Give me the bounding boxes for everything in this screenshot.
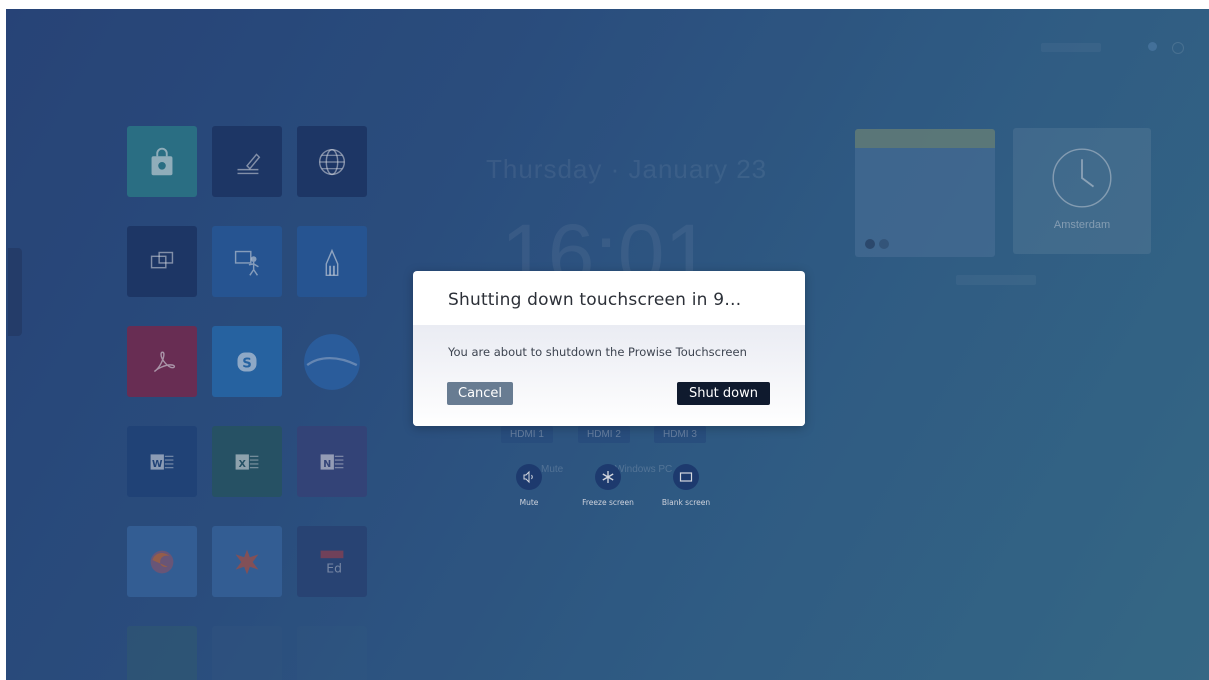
notes-widget[interactable]: [855, 129, 995, 257]
pencil-cup-icon: [325, 248, 339, 276]
status-bar-block: [1041, 43, 1101, 52]
app-tile-firefox[interactable]: [127, 526, 197, 597]
excel-icon: X: [235, 453, 259, 469]
onenote-icon: N: [320, 453, 344, 469]
globe-icon: [318, 148, 346, 175]
blank-screen-label: Blank screen: [661, 498, 711, 507]
snowflake-icon: [602, 471, 614, 483]
app-tile-row6-c[interactable]: [297, 626, 367, 680]
side-panel-tab[interactable]: [8, 248, 22, 336]
blank-screen-button[interactable]: [673, 464, 699, 490]
acrobat-icon: [153, 351, 176, 372]
freeze-screen-button[interactable]: [595, 464, 621, 490]
app-tile-pencil-app[interactable]: [297, 226, 367, 297]
svg-text:W: W: [152, 458, 163, 469]
notes-add-icon[interactable]: [865, 239, 875, 249]
app-tile-presenter[interactable]: [212, 226, 282, 297]
dialog-title: Shutting down touchscreen in 9…: [448, 290, 742, 310]
screens-icon: [150, 251, 174, 268]
clock-city-label: Amsterdam: [1053, 219, 1111, 231]
speaker-icon: [523, 470, 533, 484]
firefox-icon: [150, 550, 174, 573]
earth-icon: [304, 333, 360, 390]
shutdown-dialog: Shutting down touchscreen in 9… You are …: [413, 271, 805, 426]
monitor-icon: [679, 472, 693, 482]
app-tile-word[interactable]: W: [127, 426, 197, 497]
app-tile-acrobat[interactable]: [127, 326, 197, 397]
app-tile-ted-ed[interactable]: Ed: [297, 526, 367, 597]
source-hdmi-3[interactable]: HDMI 3: [654, 426, 706, 443]
burst-icon: [235, 549, 259, 574]
svg-text:N: N: [323, 458, 331, 469]
freeze-screen-label: Freeze screen: [582, 498, 634, 507]
power-icon[interactable]: [1172, 42, 1184, 54]
dialog-message: You are about to shutdown the Prowise To…: [448, 345, 747, 359]
app-tile-row6-b[interactable]: [212, 626, 282, 680]
svg-text:S: S: [242, 356, 252, 371]
app-tile-earth[interactable]: [297, 326, 367, 397]
home-date: Thursday · January 23: [486, 154, 768, 184]
app-tile-burst-app[interactable]: [212, 526, 282, 597]
svg-text:Ed: Ed: [326, 561, 342, 575]
mute-button[interactable]: [516, 464, 542, 490]
ghost-windows-label: Windows PC: [615, 464, 673, 475]
mute-label: Mute: [519, 498, 539, 507]
app-tile-whiteboard[interactable]: [212, 126, 282, 197]
app-tile-row6-a[interactable]: [127, 626, 197, 680]
source-hdmi-2[interactable]: HDMI 2: [578, 426, 630, 443]
widget-caption: [956, 275, 1036, 285]
shopping-bag-icon: [151, 147, 173, 175]
notes-list-icon[interactable]: [879, 239, 889, 249]
skype-icon: S: [237, 352, 257, 371]
clock-icon: [1052, 148, 1112, 208]
pen-underline-icon: [237, 152, 261, 174]
app-tile-browser[interactable]: [297, 126, 367, 197]
account-icon[interactable]: [1148, 42, 1157, 51]
ghost-mute-label: Mute: [541, 464, 564, 475]
app-tile-skype[interactable]: S: [212, 326, 282, 397]
svg-text:X: X: [239, 458, 247, 469]
source-hdmi-1[interactable]: HDMI 1: [501, 426, 553, 443]
presenter-icon: [234, 250, 259, 276]
cancel-button[interactable]: Cancel: [447, 382, 514, 405]
notes-widget-header: [855, 129, 995, 148]
app-tile-store[interactable]: [127, 126, 197, 197]
app-tile-screen-share[interactable]: [127, 226, 197, 297]
word-icon: W: [150, 453, 174, 469]
ted-ed-icon: Ed: [320, 550, 344, 575]
app-tile-excel[interactable]: X: [212, 426, 282, 497]
shut-down-button[interactable]: Shut down: [676, 382, 770, 405]
world-clock-widget[interactable]: Amsterdam: [1013, 128, 1151, 254]
dialog-body: You are about to shutdown the Prowise To…: [413, 325, 805, 426]
app-tile-onenote[interactable]: N: [297, 426, 367, 497]
